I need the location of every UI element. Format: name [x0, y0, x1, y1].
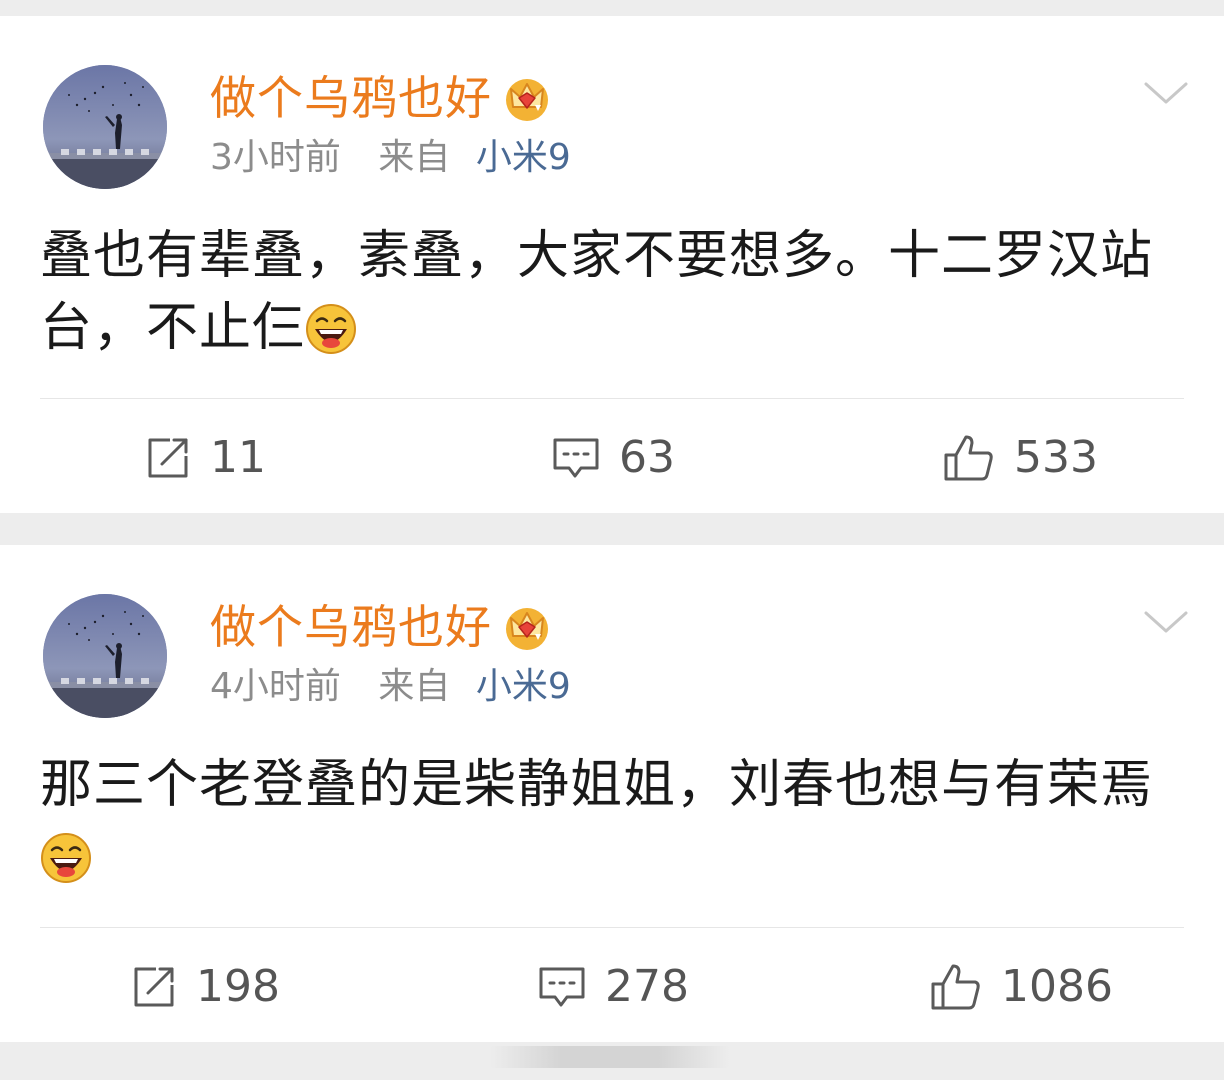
- repost-count: 11: [210, 432, 266, 483]
- divider: [40, 927, 1184, 928]
- like-count: 1086: [1001, 961, 1113, 1012]
- comment-button[interactable]: 63: [551, 428, 675, 488]
- chevron-down-icon[interactable]: [1142, 78, 1190, 108]
- crown-icon: [506, 79, 548, 121]
- crown-icon: [506, 608, 548, 650]
- source-label: 来自: [378, 137, 451, 178]
- divider: [40, 398, 1184, 399]
- laugh-emoji-icon: [306, 304, 357, 354]
- post-time: 3小时前: [210, 137, 341, 178]
- avatar[interactable]: [43, 65, 167, 189]
- avatar[interactable]: [43, 594, 167, 718]
- post-text: 那三个老登叠的是柴静姐姐，刘春也想与有荣焉: [40, 749, 1160, 893]
- repost-count: 198: [196, 961, 280, 1012]
- chevron-down-icon[interactable]: [1142, 607, 1190, 637]
- post-text: 叠也有辈叠，素叠，大家不要想多。十二罗汉站台，不止仨: [40, 220, 1160, 364]
- post-meta: 3小时前 来自 小米9: [210, 140, 571, 176]
- source-device[interactable]: 小米9: [476, 666, 571, 707]
- post-text-content: 那三个老登叠的是柴静姐姐，刘春也想与有荣焉: [40, 755, 1154, 815]
- username[interactable]: 做个乌鸦也好: [210, 75, 492, 121]
- comment-icon: [553, 438, 599, 478]
- post-time: 4小时前: [210, 666, 341, 707]
- source-label: 来自: [378, 666, 451, 707]
- post-meta: 4小时前 来自 小米9: [210, 669, 571, 705]
- feed-post: 做个乌鸦也好 4小时前 来自 小米9 那三个老登叠的是柴静姐姐，刘春也想与有荣焉: [0, 545, 1224, 1042]
- like-count: 533: [1014, 432, 1098, 483]
- feed-post: 做个乌鸦也好 3小时前 来自 小米9 叠也有辈叠，素叠，大家不要想多。十二罗汉站…: [0, 16, 1224, 513]
- scroll-fade: [490, 1046, 730, 1068]
- feed: 做个乌鸦也好 3小时前 来自 小米9 叠也有辈叠，素叠，大家不要想多。十二罗汉站…: [0, 0, 1224, 1080]
- username[interactable]: 做个乌鸦也好: [210, 604, 492, 650]
- username-row: 做个乌鸦也好: [210, 68, 552, 128]
- repost-button[interactable]: 198: [130, 957, 280, 1017]
- comment-count: 63: [619, 432, 675, 483]
- post-text-content: 叠也有辈叠，素叠，大家不要想多。十二罗汉站台，不止仨: [40, 226, 1154, 358]
- source-device[interactable]: 小米9: [476, 137, 571, 178]
- comment-icon: [539, 967, 585, 1007]
- like-button[interactable]: 533: [942, 428, 1098, 488]
- username-row: 做个乌鸦也好: [210, 597, 552, 657]
- laugh-emoji-icon: [41, 833, 91, 883]
- repost-icon: [134, 967, 174, 1007]
- repost-icon: [148, 438, 188, 478]
- thumbs-up-icon: [944, 435, 993, 481]
- comment-button[interactable]: 278: [537, 957, 689, 1017]
- thumbs-up-icon: [931, 964, 980, 1010]
- comment-count: 278: [605, 961, 689, 1012]
- like-button[interactable]: 1086: [929, 957, 1113, 1017]
- repost-button[interactable]: 11: [144, 428, 266, 488]
